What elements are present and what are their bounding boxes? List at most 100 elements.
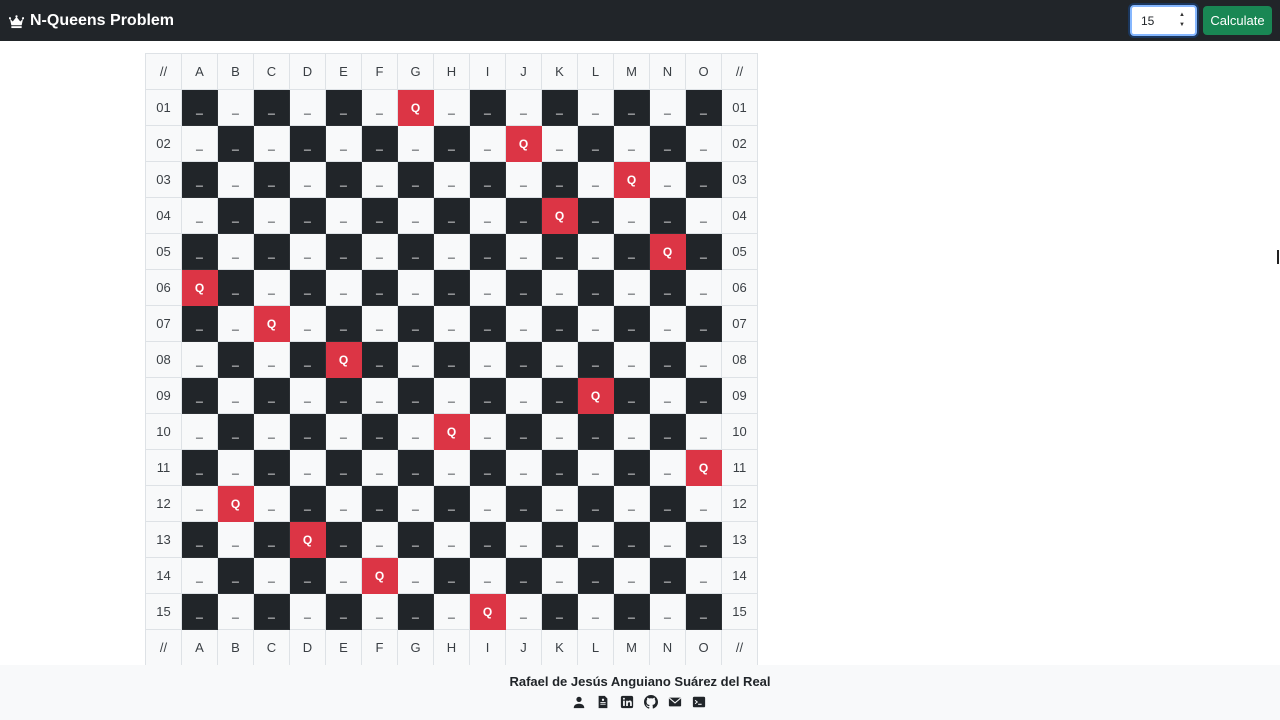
row-label: 02 (721, 125, 758, 162)
navbar-brand[interactable]: N-Queens Problem (9, 10, 174, 32)
dark-square: _ (217, 557, 254, 594)
column-label: B (217, 629, 254, 666)
chevron-down-icon[interactable]: ▼ (1179, 22, 1185, 28)
light-square: _ (613, 557, 650, 594)
dark-square: _ (325, 449, 362, 486)
dark-square: _ (541, 305, 578, 342)
light-square: _ (397, 197, 434, 234)
person-icon[interactable] (572, 695, 586, 709)
light-square: _ (253, 197, 290, 234)
light-square: _ (469, 341, 506, 378)
linkedin-icon[interactable] (620, 695, 634, 709)
light-square: _ (397, 557, 434, 594)
light-square: _ (253, 269, 290, 306)
terminal-icon[interactable] (692, 695, 706, 709)
dark-square: _ (505, 557, 542, 594)
n-stepper[interactable]: ▲ ▼ (1178, 12, 1186, 28)
light-square: _ (397, 269, 434, 306)
row-label: 11 (721, 449, 758, 486)
column-label: H (433, 53, 470, 90)
row-label: 06 (145, 269, 182, 306)
light-square: _ (541, 125, 578, 162)
dark-square: _ (577, 485, 614, 522)
dark-square: _ (613, 521, 650, 558)
dark-square: _ (685, 305, 722, 342)
dark-square: _ (397, 161, 434, 198)
row-label: 01 (145, 89, 182, 126)
dark-square: _ (325, 161, 362, 198)
row-label: 12 (721, 485, 758, 522)
column-label: D (289, 629, 326, 666)
row-label: 08 (721, 341, 758, 378)
light-square: _ (685, 413, 722, 450)
email-icon[interactable] (668, 695, 682, 709)
row-label: 07 (145, 305, 182, 342)
github-icon[interactable] (644, 695, 658, 709)
row-label: 08 (145, 341, 182, 378)
corner-label: // (721, 53, 758, 90)
row-label: 05 (721, 233, 758, 270)
queen-square: Q (217, 485, 254, 522)
light-square: _ (361, 593, 398, 630)
dark-square: _ (289, 557, 326, 594)
chevron-up-icon[interactable]: ▲ (1179, 12, 1185, 18)
column-label: G (397, 53, 434, 90)
social-links (572, 695, 706, 709)
column-label: G (397, 629, 434, 666)
dark-square: _ (397, 233, 434, 270)
dark-square: _ (397, 377, 434, 414)
queen-square: Q (469, 593, 506, 630)
dark-square: _ (577, 557, 614, 594)
resume-icon[interactable] (596, 695, 610, 709)
light-square: _ (505, 521, 542, 558)
dark-square: _ (649, 557, 686, 594)
board-row: 01 _ _ _ _ _ _ Q _ _ _ _ _ _ _ _ 01 (145, 89, 758, 126)
dark-square: _ (217, 341, 254, 378)
dark-square: _ (577, 269, 614, 306)
light-square: _ (433, 305, 470, 342)
column-label: M (613, 629, 650, 666)
dark-square: _ (289, 269, 326, 306)
queen-square: Q (505, 125, 542, 162)
light-square: _ (217, 161, 254, 198)
board-row: 12 _ Q _ _ _ _ _ _ _ _ _ _ _ _ _ 12 (145, 485, 758, 522)
board-row: 07 _ _ Q _ _ _ _ _ _ _ _ _ _ _ _ 07 (145, 305, 758, 342)
light-square: _ (397, 125, 434, 162)
light-square: _ (649, 305, 686, 342)
calculate-button[interactable]: Calculate (1203, 6, 1272, 35)
dark-square: _ (361, 341, 398, 378)
column-label: N (649, 53, 686, 90)
dark-square: _ (685, 161, 722, 198)
light-square: _ (469, 485, 506, 522)
light-square: _ (361, 305, 398, 342)
column-label: L (577, 53, 614, 90)
dark-square: _ (433, 485, 470, 522)
light-square: _ (613, 125, 650, 162)
row-label: 09 (145, 377, 182, 414)
light-square: _ (289, 233, 326, 270)
dark-square: _ (649, 269, 686, 306)
light-square: _ (541, 485, 578, 522)
dark-square: _ (361, 125, 398, 162)
corner-label: // (145, 53, 182, 90)
light-square: _ (217, 593, 254, 630)
light-square: _ (505, 89, 542, 126)
n-input[interactable] (1130, 5, 1197, 36)
dark-square: _ (181, 449, 218, 486)
light-square: _ (217, 521, 254, 558)
dark-square: _ (685, 377, 722, 414)
row-label: 11 (145, 449, 182, 486)
board-row: 08 _ _ _ _ Q _ _ _ _ _ _ _ _ _ _ 08 (145, 341, 758, 378)
column-label: A (181, 53, 218, 90)
dark-square: _ (253, 89, 290, 126)
light-square: _ (325, 413, 362, 450)
light-square: _ (469, 197, 506, 234)
light-square: _ (253, 557, 290, 594)
light-square: _ (397, 485, 434, 522)
light-square: _ (577, 161, 614, 198)
row-label: 03 (145, 161, 182, 198)
light-square: _ (361, 377, 398, 414)
column-label: O (685, 629, 722, 666)
light-square: _ (397, 413, 434, 450)
light-square: _ (577, 89, 614, 126)
